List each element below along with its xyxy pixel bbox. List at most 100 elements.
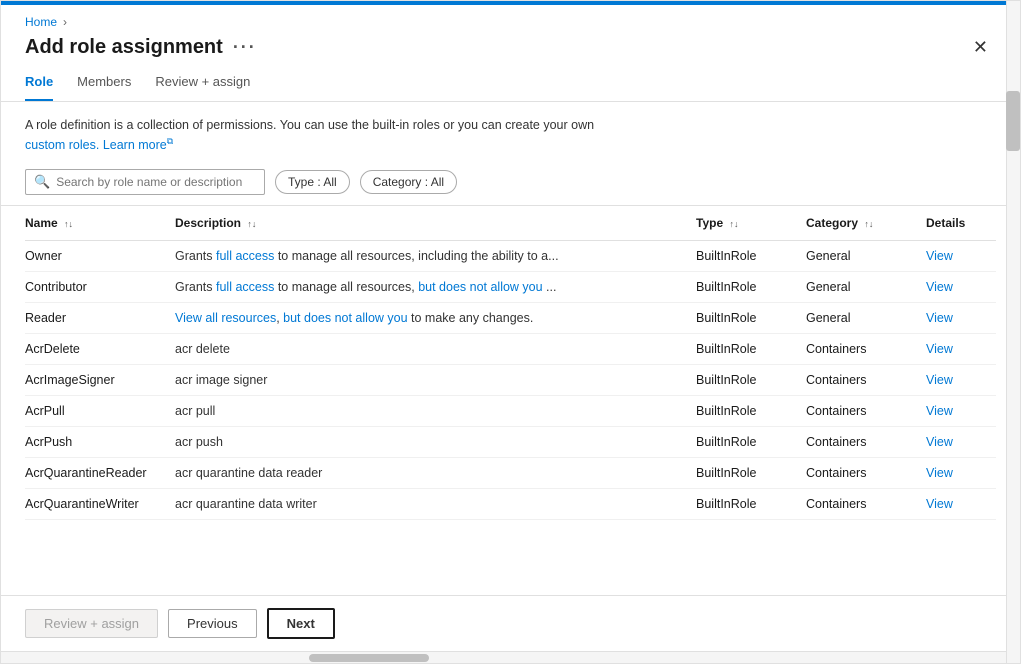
cell-name: AcrQuarantineReader: [25, 457, 175, 488]
sort-icon-name: ↑↓: [64, 219, 73, 229]
cell-details: View: [926, 457, 996, 488]
search-box: 🔍: [25, 169, 265, 195]
tab-members[interactable]: Members: [77, 74, 131, 101]
col-header-description[interactable]: Description ↑↓: [175, 206, 696, 241]
cell-description: acr quarantine data writer: [175, 488, 696, 519]
cell-type: BuiltInRole: [696, 302, 806, 333]
custom-roles-link[interactable]: custom roles.: [25, 138, 99, 152]
cell-details: View: [926, 271, 996, 302]
v-scroll-thumb: [1006, 91, 1020, 151]
cell-name: AcrDelete: [25, 333, 175, 364]
search-input[interactable]: [56, 175, 256, 189]
h-scroll-thumb: [309, 654, 429, 662]
roles-table-container: Name ↑↓ Description ↑↓ Type ↑↓ Category …: [1, 205, 1020, 595]
cell-type: BuiltInRole: [696, 426, 806, 457]
cell-description: acr quarantine data reader: [175, 457, 696, 488]
cell-name: AcrPull: [25, 395, 175, 426]
horizontal-scrollbar[interactable]: [1, 651, 1020, 663]
cell-type: BuiltInRole: [696, 457, 806, 488]
cell-name: Contributor: [25, 271, 175, 302]
table-row: OwnerGrants full access to manage all re…: [25, 240, 996, 271]
cell-details: View: [926, 302, 996, 333]
cell-details: View: [926, 426, 996, 457]
col-header-name[interactable]: Name ↑↓: [25, 206, 175, 241]
cell-category: Containers: [806, 488, 926, 519]
main-container: Home › Add role assignment ··· ✕ Role Me…: [0, 0, 1021, 664]
search-icon: 🔍: [34, 174, 50, 190]
cell-type: BuiltInRole: [696, 364, 806, 395]
filter-row: 🔍 Type : All Category : All: [1, 155, 1020, 195]
type-filter-pill[interactable]: Type : All: [275, 170, 350, 194]
cell-name: AcrPush: [25, 426, 175, 457]
review-assign-button[interactable]: Review + assign: [25, 609, 158, 638]
cell-details: View: [926, 364, 996, 395]
cell-description: acr delete: [175, 333, 696, 364]
vertical-scrollbar[interactable]: [1006, 1, 1020, 663]
table-row: AcrPushacr pushBuiltInRoleContainersView: [25, 426, 996, 457]
cell-category: General: [806, 271, 926, 302]
cell-type: BuiltInRole: [696, 333, 806, 364]
roles-table: Name ↑↓ Description ↑↓ Type ↑↓ Category …: [25, 206, 996, 520]
cell-category: General: [806, 302, 926, 333]
cell-category: Containers: [806, 426, 926, 457]
page-title: Add role assignment: [25, 36, 223, 59]
table-row: AcrQuarantineReaderacr quarantine data r…: [25, 457, 996, 488]
cell-name: Reader: [25, 302, 175, 333]
cell-description: Grants full access to manage all resourc…: [175, 240, 696, 271]
cell-description: acr pull: [175, 395, 696, 426]
cell-category: Containers: [806, 457, 926, 488]
cell-type: BuiltInRole: [696, 240, 806, 271]
cell-name: AcrQuarantineWriter: [25, 488, 175, 519]
cell-description: Grants full access to manage all resourc…: [175, 271, 696, 302]
category-filter-pill[interactable]: Category : All: [360, 170, 457, 194]
cell-type: BuiltInRole: [696, 488, 806, 519]
col-header-type[interactable]: Type ↑↓: [696, 206, 806, 241]
next-button[interactable]: Next: [267, 608, 335, 639]
col-header-category[interactable]: Category ↑↓: [806, 206, 926, 241]
table-row: AcrPullacr pullBuiltInRoleContainersView: [25, 395, 996, 426]
description-text: A role definition is a collection of per…: [1, 102, 1020, 155]
cell-category: Containers: [806, 333, 926, 364]
cell-details: View: [926, 488, 996, 519]
cell-name: Owner: [25, 240, 175, 271]
ellipsis-button[interactable]: ···: [233, 37, 257, 58]
cell-details: View: [926, 240, 996, 271]
view-link[interactable]: View: [926, 373, 953, 387]
tab-review-assign[interactable]: Review + assign: [155, 74, 250, 101]
previous-button[interactable]: Previous: [168, 609, 257, 638]
breadcrumb: Home ›: [1, 5, 1020, 29]
close-button[interactable]: ✕: [965, 33, 996, 62]
col-header-details: Details: [926, 206, 996, 241]
view-link[interactable]: View: [926, 311, 953, 325]
sort-icon-type: ↑↓: [729, 219, 738, 229]
breadcrumb-home-link[interactable]: Home: [25, 15, 57, 29]
view-link[interactable]: View: [926, 435, 953, 449]
view-link[interactable]: View: [926, 497, 953, 511]
title-row: Add role assignment ··· ✕: [1, 29, 1020, 62]
cell-name: AcrImageSigner: [25, 364, 175, 395]
description-text-part1: A role definition is a collection of per…: [25, 118, 594, 132]
sort-icon-description: ↑↓: [247, 219, 256, 229]
cell-details: View: [926, 395, 996, 426]
cell-details: View: [926, 333, 996, 364]
table-row: ReaderView all resources, but does not a…: [25, 302, 996, 333]
table-row: ContributorGrants full access to manage …: [25, 271, 996, 302]
view-link[interactable]: View: [926, 342, 953, 356]
table-row: AcrImageSigneracr image signerBuiltInRol…: [25, 364, 996, 395]
cell-category: Containers: [806, 395, 926, 426]
bottom-bar: Review + assign Previous Next: [1, 595, 1020, 651]
view-link[interactable]: View: [926, 249, 953, 263]
learn-more-link[interactable]: Learn more⧉: [103, 138, 173, 152]
cell-type: BuiltInRole: [696, 271, 806, 302]
table-row: AcrQuarantineWriteracr quarantine data w…: [25, 488, 996, 519]
view-link[interactable]: View: [926, 404, 953, 418]
cell-description: View all resources, but does not allow y…: [175, 302, 696, 333]
tabs-row: Role Members Review + assign: [1, 62, 1020, 102]
table-header: Name ↑↓ Description ↑↓ Type ↑↓ Category …: [25, 206, 996, 241]
view-link[interactable]: View: [926, 466, 953, 480]
tab-role[interactable]: Role: [25, 74, 53, 101]
cell-category: General: [806, 240, 926, 271]
view-link[interactable]: View: [926, 280, 953, 294]
cell-description: acr image signer: [175, 364, 696, 395]
title-left: Add role assignment ···: [25, 36, 257, 59]
